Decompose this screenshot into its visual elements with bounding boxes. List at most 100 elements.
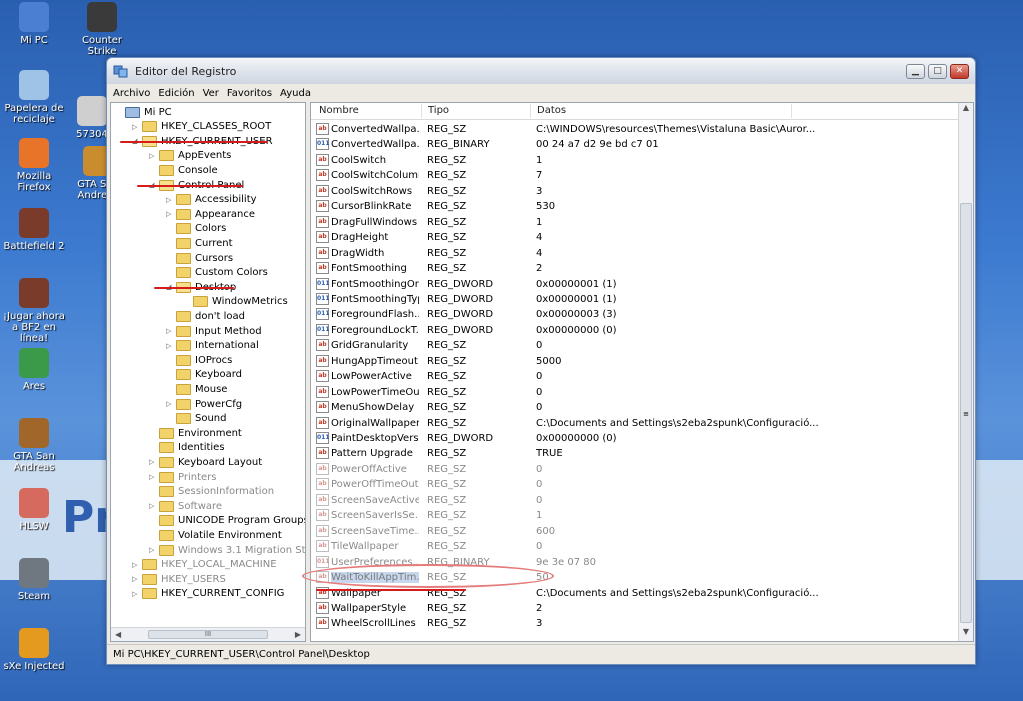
registry-value-row[interactable]: ab PowerOffActive REG_SZ 0	[311, 462, 959, 477]
expand-toggle-icon[interactable]: ▷	[149, 458, 159, 466]
registry-value-row[interactable]: 011 PaintDesktopVers... REG_DWORD 0x0000000…	[311, 431, 959, 446]
column-header-nombre[interactable]: Nombre	[319, 105, 359, 116]
registry-value-row[interactable]: ab HungAppTimeout REG_SZ 5000	[311, 354, 959, 369]
tree-item[interactable]: SessionInformation	[149, 485, 274, 499]
tree-item[interactable]: ▷ Software	[149, 499, 222, 513]
registry-value-row[interactable]: abCoolSwitchColumns REG_SZ 7	[311, 168, 959, 183]
tree-item[interactable]: ▷ Accessibility	[166, 193, 257, 207]
registry-value-row[interactable]: ab ScreenSaveActive REG_SZ 0	[311, 493, 959, 508]
maximize-button[interactable]: □	[928, 63, 947, 79]
column-separator[interactable]	[791, 104, 792, 118]
tree-item[interactable]: ▷ PowerCfg	[166, 397, 242, 411]
expand-toggle-icon[interactable]: ▷	[149, 152, 159, 160]
registry-value-row[interactable]: ab ScreenSaveTime... REG_SZ 600	[311, 524, 959, 539]
registry-value-row[interactable]: ab Pattern Upgrade REG_SZ TRUE	[311, 446, 959, 461]
expand-toggle-icon[interactable]: ▷	[149, 473, 159, 481]
registry-value-row[interactable]: ab ScreenSaverIsSe... REG_SZ 1	[311, 508, 959, 523]
expand-toggle-icon[interactable]: ▷	[166, 210, 176, 218]
registry-value-row[interactable]: 011FontSmoothingType REG_DWORD 0x00000001 …	[311, 292, 959, 307]
expand-toggle-icon[interactable]: ▷	[132, 561, 142, 569]
registry-value-row[interactable]: ab GridGranularity REG_SZ 0	[311, 338, 959, 353]
tree-item[interactable]: ▷ International	[166, 339, 259, 353]
registry-value-row[interactable]: ab FontSmoothing REG_SZ 2	[311, 261, 959, 276]
expand-toggle-icon[interactable]: ▷	[166, 400, 176, 408]
desktop-icon[interactable]: Mi PC	[0, 2, 68, 46]
desktop-icon[interactable]: GTA San Andreas	[0, 418, 68, 473]
tree-item[interactable]: Keyboard	[166, 368, 242, 382]
registry-value-row[interactable]: 011 FontSmoothingOr... REG_DWORD 0x00000001…	[311, 277, 959, 292]
tree-item[interactable]: Colors	[166, 222, 226, 236]
tree-item[interactable]: ▷ HKEY_CURRENT_CONFIG	[132, 587, 284, 601]
column-separator[interactable]	[530, 104, 531, 118]
tree-item[interactable]: ▷ AppEvents	[149, 149, 231, 163]
desktop-icon[interactable]: ¡Jugar ahora a BF2 en línea!	[0, 278, 68, 344]
tree-item[interactable]: Environment	[149, 426, 242, 440]
registry-value-row[interactable]: ab CoolSwitchRows REG_SZ 3	[311, 184, 959, 199]
menu-favoritos[interactable]: Favoritos	[225, 88, 278, 99]
expand-toggle-icon[interactable]: ▷	[149, 502, 159, 510]
expand-toggle-icon[interactable]: ▷	[132, 123, 142, 131]
desktop-icon[interactable]: Battlefield 2	[0, 208, 68, 252]
tree-item[interactable]: Current	[166, 236, 233, 250]
tree-item[interactable]: ▷ Input Method	[166, 324, 262, 338]
desktop-icon[interactable]: Counter Strike	[68, 2, 136, 57]
registry-value-row[interactable]: ab ConvertedWallpa... REG_SZ C:\WINDOWS\res…	[311, 122, 959, 137]
column-separator[interactable]	[421, 104, 422, 118]
desktop-icon[interactable]: Steam	[0, 558, 68, 602]
desktop-icon[interactable]: Ares	[0, 348, 68, 392]
menu-edicion[interactable]: Edición	[156, 88, 200, 99]
scroll-down-icon[interactable]: ▼	[959, 627, 973, 641]
tree-item[interactable]: Custom Colors	[166, 266, 268, 280]
registry-value-row[interactable]: ab OriginalWallpaper REG_SZ C:\Documents an…	[311, 416, 959, 431]
tree-horizontal-scrollbar[interactable]: ◀ III ▶	[111, 627, 305, 641]
expand-toggle-icon[interactable]: ▷	[132, 590, 142, 598]
tree-item[interactable]: Cursors	[166, 251, 233, 265]
tree-item[interactable]: Mi PC	[115, 105, 172, 119]
desktop-icon[interactable]: sXe Injected	[0, 628, 68, 672]
tree-item[interactable]: ▷ HKEY_LOCAL_MACHINE	[132, 558, 277, 572]
scroll-left-icon[interactable]: ◀	[115, 630, 121, 639]
registry-value-row[interactable]: ab LowPowerTimeOut REG_SZ 0	[311, 385, 959, 400]
menu-ver[interactable]: Ver	[201, 88, 225, 99]
minimize-button[interactable]: ▁	[906, 63, 925, 79]
tree-scroll-thumb[interactable]: III	[148, 630, 268, 639]
expand-toggle-icon[interactable]: ▷	[166, 342, 176, 350]
scroll-up-icon[interactable]: ▲	[959, 103, 973, 117]
tree-item[interactable]: ▷ Windows 3.1 Migration Status	[149, 543, 305, 557]
desktop-icon[interactable]: Mozilla Firefox	[0, 138, 68, 193]
tree-item[interactable]: ▷ HKEY_CLASSES_ROOT	[132, 120, 271, 134]
tree-item[interactable]: WindowMetrics	[183, 295, 288, 309]
registry-value-row[interactable]: ab PowerOffTimeOut REG_SZ 0	[311, 477, 959, 492]
registry-value-row[interactable]: ab DragFullWindows REG_SZ 1	[311, 215, 959, 230]
expand-toggle-icon[interactable]: ▷	[166, 327, 176, 335]
tree-item[interactable]: IOProcs	[166, 353, 232, 367]
registry-value-row[interactable]: 011 ForegroundLockT... REG_DWORD 0x00000000…	[311, 323, 959, 338]
registry-value-row[interactable]: ab CoolSwitch REG_SZ 1	[311, 153, 959, 168]
tree-item[interactable]: Identities	[149, 441, 225, 455]
registry-value-row[interactable]: 011 ConvertedWallpa... REG_BINARY 00 24 a7 …	[311, 137, 959, 152]
column-header-tipo[interactable]: Tipo	[428, 105, 449, 116]
tree-item[interactable]: don't load	[166, 309, 245, 323]
tree-item[interactable]: Console	[149, 163, 218, 177]
desktop-icon[interactable]: HLSW	[0, 488, 68, 532]
registry-value-row[interactable]: ab DragWidth REG_SZ 4	[311, 246, 959, 261]
values-list[interactable]: Nombre Tipo Datos ▲ ≡ ▼ ab ConvertedWallp…	[310, 102, 974, 642]
registry-value-row[interactable]: ab TileWallpaper REG_SZ 0	[311, 539, 959, 554]
expand-toggle-icon[interactable]: ▷	[149, 546, 159, 554]
tree-item[interactable]: ▷ Printers	[149, 470, 216, 484]
tree-item[interactable]: UNICODE Program Groups	[149, 514, 305, 528]
close-button[interactable]: ✕	[950, 63, 969, 79]
column-header-datos[interactable]: Datos	[537, 105, 566, 116]
list-scroll-thumb[interactable]: ≡	[960, 203, 972, 623]
registry-value-row[interactable]: ab MenuShowDelay REG_SZ 0	[311, 400, 959, 415]
registry-value-row[interactable]: ab CursorBlinkRate REG_SZ 530	[311, 199, 959, 214]
tree-item[interactable]: Mouse	[166, 382, 227, 396]
title-bar[interactable]: Editor del Registro ▁ □ ✕	[107, 58, 975, 84]
list-vertical-scrollbar[interactable]: ▲ ≡ ▼	[958, 103, 973, 641]
tree-item[interactable]: Sound	[166, 412, 227, 426]
expand-toggle-icon[interactable]: ▷	[132, 575, 142, 583]
key-tree[interactable]: ◀ III ▶ Mi PC▷HKEY_CLASSES_ROOT◢HKEY_CUR…	[110, 102, 306, 642]
tree-item[interactable]: Volatile Environment	[149, 528, 282, 542]
scroll-right-icon[interactable]: ▶	[295, 630, 301, 639]
registry-value-row[interactable]: ab WallpaperStyle REG_SZ 2	[311, 601, 959, 616]
